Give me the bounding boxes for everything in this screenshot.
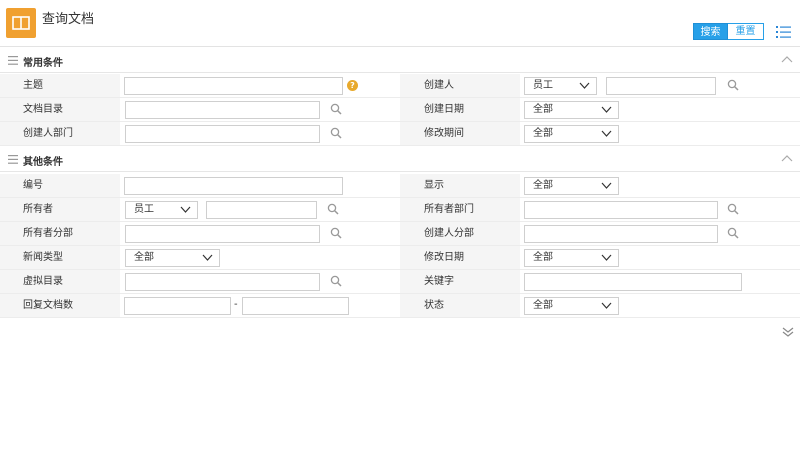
creator-dept-label: 创建人部门 (0, 122, 120, 145)
search-icon[interactable] (330, 103, 342, 115)
creator-label: 创建人 (400, 74, 520, 97)
page-title: 查询文档 (42, 12, 95, 27)
section-common-title: 常用条件 (23, 58, 63, 69)
keyword-label: 关键字 (400, 270, 520, 293)
creator-branch-label: 创建人分部 (400, 222, 520, 245)
search-icon[interactable] (330, 227, 342, 239)
number-input[interactable] (124, 177, 343, 195)
search-icon[interactable] (327, 203, 339, 215)
chevron-up-icon[interactable] (781, 155, 793, 162)
form-row: 文档目录 创建日期 全部 (0, 98, 800, 122)
chevron-down-icon (202, 254, 213, 261)
news-type-label: 新闻类型 (0, 246, 120, 269)
news-type-value: 全部 (134, 252, 154, 263)
modify-period-label: 修改期间 (400, 122, 520, 145)
action-buttons: 搜索 重置 (693, 23, 764, 40)
modify-date-value: 全部 (533, 252, 553, 263)
help-icon[interactable]: ? (347, 80, 358, 91)
chevron-down-icon (601, 182, 612, 189)
display-select[interactable]: 全部 (524, 177, 619, 195)
create-date-label: 创建日期 (400, 98, 520, 121)
modify-date-select[interactable]: 全部 (524, 249, 619, 267)
reply-count-label: 回复文档数 (0, 294, 120, 317)
creator-type-select[interactable]: 员工 (524, 77, 597, 95)
chevron-down-icon (601, 106, 612, 113)
search-icon[interactable] (727, 227, 739, 239)
range-dash: - (234, 299, 238, 310)
search-icon[interactable] (727, 79, 739, 91)
display-label: 显示 (400, 174, 520, 197)
section-other-title: 其他条件 (23, 157, 63, 168)
number-label: 编号 (0, 174, 120, 197)
form-row: 所有者分部 创建人分部 (0, 222, 800, 246)
doc-dir-input[interactable] (125, 101, 320, 119)
chevron-down-icon (601, 254, 612, 261)
menu-icon (8, 56, 18, 65)
virtual-dir-input[interactable] (125, 273, 320, 291)
keyword-input[interactable] (524, 273, 742, 291)
chevron-down-icon (180, 206, 191, 213)
owner-branch-label: 所有者分部 (0, 222, 120, 245)
double-chevron-down-icon[interactable] (782, 327, 794, 337)
form-row: 新闻类型 全部 修改日期 全部 (0, 246, 800, 270)
owner-label: 所有者 (0, 198, 120, 221)
subject-label: 主题 (0, 74, 120, 97)
virtual-dir-label: 虚拟目录 (0, 270, 120, 293)
chevron-down-icon (579, 82, 590, 89)
subject-input[interactable] (124, 77, 343, 95)
form-row: 虚拟目录 关键字 (0, 270, 800, 294)
modify-period-select[interactable]: 全部 (524, 125, 619, 143)
status-value: 全部 (533, 300, 553, 311)
section-common-header[interactable]: 常用条件 (0, 48, 800, 73)
chevron-down-icon (601, 302, 612, 309)
menu-icon (8, 155, 18, 164)
book-icon (6, 8, 36, 38)
reset-button[interactable]: 重置 (728, 23, 764, 40)
chevron-down-icon (601, 130, 612, 137)
search-icon[interactable] (727, 203, 739, 215)
form-row: 所有者 员工 所有者部门 (0, 198, 800, 222)
search-button[interactable]: 搜索 (693, 23, 728, 40)
doc-dir-label: 文档目录 (0, 98, 120, 121)
form-row: 回复文档数 - 状态 全部 (0, 294, 800, 318)
status-label: 状态 (400, 294, 520, 317)
owner-dept-label: 所有者部门 (400, 198, 520, 221)
reply-count-max-input[interactable] (242, 297, 349, 315)
display-value: 全部 (533, 180, 553, 191)
creator-input[interactable] (606, 77, 716, 95)
create-date-select[interactable]: 全部 (524, 101, 619, 119)
creator-branch-input[interactable] (524, 225, 718, 243)
owner-type-value: 员工 (134, 204, 154, 215)
status-select[interactable]: 全部 (524, 297, 619, 315)
owner-type-select[interactable]: 员工 (125, 201, 198, 219)
owner-input[interactable] (206, 201, 317, 219)
page-header: 查询文档 搜索 重置 (0, 0, 800, 47)
search-icon[interactable] (330, 275, 342, 287)
chevron-up-icon[interactable] (781, 56, 793, 63)
modify-date-label: 修改日期 (400, 246, 520, 269)
create-date-value: 全部 (533, 104, 553, 115)
modify-period-value: 全部 (533, 128, 553, 139)
search-icon[interactable] (330, 127, 342, 139)
news-type-select[interactable]: 全部 (125, 249, 220, 267)
reply-count-min-input[interactable] (124, 297, 231, 315)
section-other-header[interactable]: 其他条件 (0, 147, 800, 172)
owner-branch-input[interactable] (125, 225, 320, 243)
list-icon[interactable] (776, 26, 791, 41)
owner-dept-input[interactable] (524, 201, 718, 219)
form-row: 编号 显示 全部 (0, 174, 800, 198)
form-row: 创建人部门 修改期间 全部 (0, 122, 800, 146)
creator-dept-input[interactable] (125, 125, 320, 143)
creator-type-value: 员工 (533, 80, 553, 91)
form-row: 主题 ? 创建人 员工 (0, 74, 800, 98)
